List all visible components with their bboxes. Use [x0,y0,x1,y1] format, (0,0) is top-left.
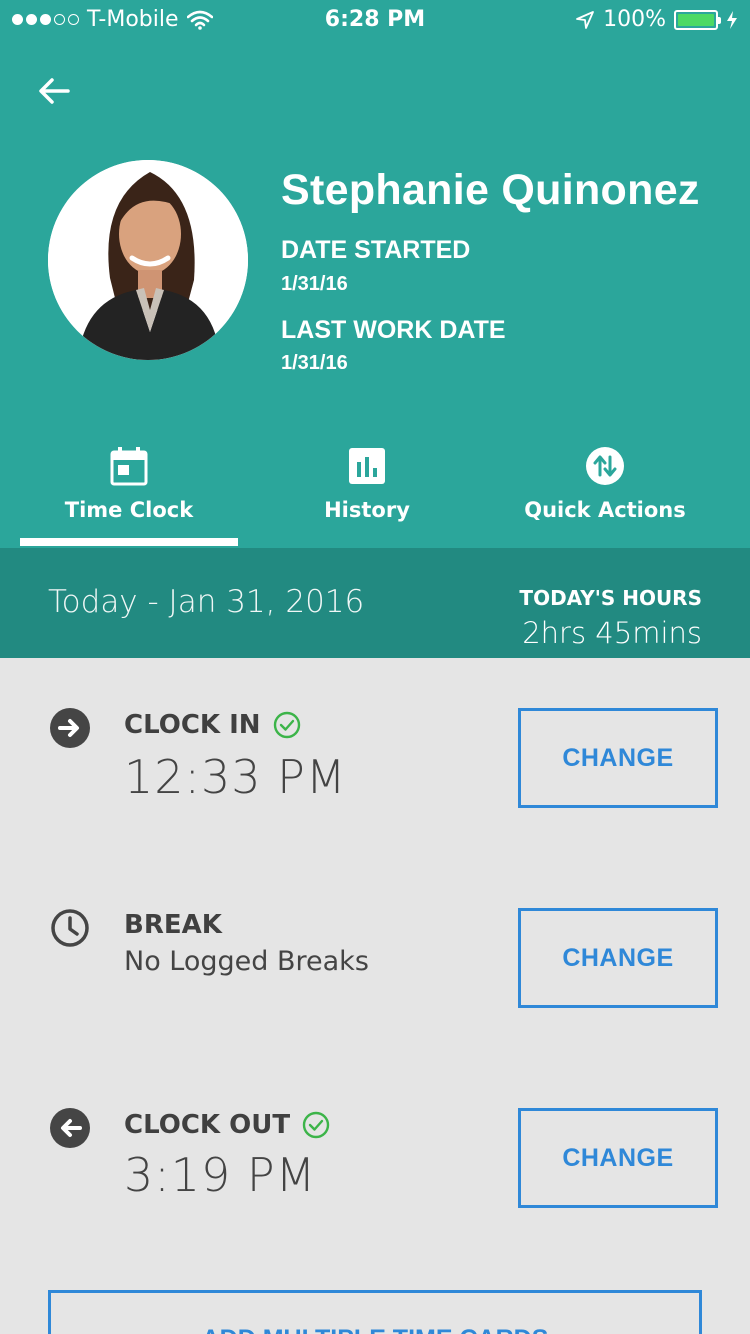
tab-history[interactable]: History [248,440,486,548]
change-clock-in-button[interactable]: CHANGE [518,708,718,808]
date-started-value: 1/31/16 [281,273,348,295]
clock-out-label: CLOCK OUT [124,1110,291,1140]
clock-out-time: 3:19 PM [124,1148,317,1202]
back-arrow-icon[interactable] [30,70,78,112]
clock-in-time: 12:33 PM [124,750,347,804]
calendar-icon [110,447,148,486]
tab-quick-actions[interactable]: Quick Actions [486,440,724,548]
employee-name: Stephanie Quinonez [281,166,700,214]
active-tab-indicator [20,538,238,546]
change-break-button[interactable]: CHANGE [518,908,718,1008]
last-work-date-value: 1/31/16 [281,352,348,374]
arrow-right-circle-icon [50,708,90,748]
bar-chart-icon [349,448,385,484]
tab-label-quick-actions: Quick Actions [524,498,686,522]
tab-label-history: History [324,498,410,522]
last-work-date-label: LAST WORK DATE [281,316,506,344]
clock-out-row: CLOCK OUT 3:19 PM CHANGE [0,1100,750,1220]
battery-icon [674,9,721,30]
daily-summary-bar: Today - Jan 31, 2016 TODAY'S HOURS 2hrs … [0,548,750,658]
battery-level [678,13,714,26]
charging-bolt-icon [727,10,737,29]
verified-check-icon [302,1111,330,1139]
clock-icon [51,909,89,947]
break-label: BREAK [124,910,222,940]
profile-photo [48,160,248,360]
clock-in-title: CLOCK IN [124,710,301,740]
tab-label-time-clock: Time Clock [64,498,194,522]
battery-percent: 100% [603,7,666,32]
tab-bar: Time Clock History Quick Actions [0,440,750,548]
status-bar: T-Mobile 6:28 PM 100% [0,0,750,40]
avatar [48,160,248,360]
break-row: BREAK No Logged Breaks CHANGE [0,900,750,1020]
clock-in-row: CLOCK IN 12:33 PM CHANGE [0,700,750,820]
location-arrow-icon [576,10,594,29]
profile-header: T-Mobile 6:28 PM 100% Stephanie Quinonez… [0,0,750,548]
add-multiple-time-cards-button[interactable]: ADD MULTIPLE TIME CARDS [48,1290,702,1334]
clock-out-title: CLOCK OUT [124,1110,330,1140]
change-clock-out-button[interactable]: CHANGE [518,1108,718,1208]
todays-hours-value: 2hrs 45mins [522,616,702,650]
todays-hours-label: TODAY'S HOURS [519,586,702,610]
tab-time-clock[interactable]: Time Clock [10,440,248,548]
current-date: Today - Jan 31, 2016 [48,584,365,620]
date-started-label: DATE STARTED [281,236,471,264]
verified-check-icon [273,711,300,739]
swap-arrows-icon [586,447,624,485]
clock-in-label: CLOCK IN [124,710,261,740]
break-title: BREAK [124,910,222,940]
status-right: 100% [575,7,738,32]
arrow-left-circle-icon [50,1108,90,1148]
break-value: No Logged Breaks [124,946,369,977]
